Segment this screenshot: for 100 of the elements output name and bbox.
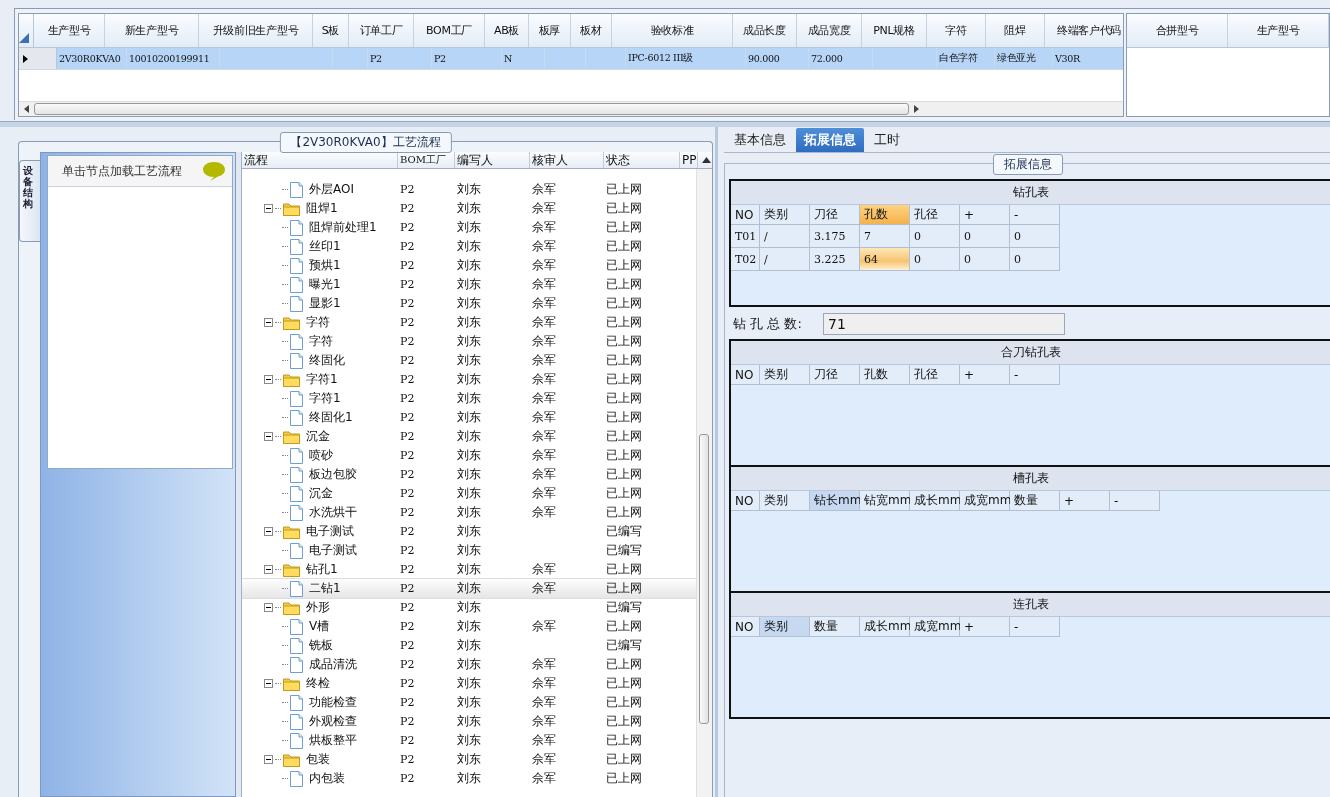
- column-header[interactable]: 钻宽mm: [860, 491, 910, 511]
- tree-row[interactable]: 字符 P2 刘东 佘军 已上网: [242, 313, 697, 332]
- column-header[interactable]: 字符: [927, 14, 986, 47]
- column-header[interactable]: -: [1010, 205, 1060, 225]
- column-header[interactable]: 新生产型号: [105, 14, 199, 47]
- tree-row[interactable]: 预烘1 P2 刘东 佘军 已上网: [242, 256, 697, 275]
- tree-row[interactable]: 水洗烘干 P2 刘东 佘军 已上网: [242, 503, 697, 522]
- column-header[interactable]: 生产型号: [1228, 14, 1329, 47]
- column-header[interactable]: NO: [731, 491, 760, 511]
- scroll-right-icon[interactable]: [914, 105, 919, 113]
- tree-row[interactable]: 铣板 P2 刘东 已编写: [242, 636, 697, 655]
- tree-row[interactable]: 外层AOI P2 刘东 佘军 已上网: [242, 180, 697, 199]
- collapse-icon[interactable]: [264, 318, 273, 327]
- tree-row[interactable]: 钻孔1 P2 刘东 佘军 已上网: [242, 560, 697, 579]
- tree-row[interactable]: 阻焊前处理1 P2 刘东 佘军 已上网: [242, 218, 697, 237]
- column-header[interactable]: -: [1010, 365, 1060, 385]
- column-header[interactable]: 板厚: [529, 14, 571, 47]
- column-header[interactable]: 订单工厂: [349, 14, 414, 47]
- column-header[interactable]: 成长mm: [910, 491, 960, 511]
- column-header[interactable]: 类别: [760, 205, 810, 225]
- tree-row[interactable]: 外形 P2 刘东 已编写: [242, 598, 697, 617]
- column-header[interactable]: BOM工厂: [414, 14, 485, 47]
- column-header[interactable]: 成品长度: [733, 14, 797, 47]
- column-header[interactable]: NO: [731, 617, 760, 637]
- column-header[interactable]: 编写人: [455, 152, 530, 168]
- column-header[interactable]: 孔数: [860, 365, 910, 385]
- column-header[interactable]: 孔径: [910, 205, 960, 225]
- tree-row[interactable]: 包装 P2 刘东 佘军 已上网: [242, 750, 697, 769]
- column-header[interactable]: PP: [680, 152, 698, 168]
- column-header[interactable]: 阻焊: [986, 14, 1045, 47]
- column-header[interactable]: 刀径: [810, 205, 860, 225]
- column-header[interactable]: +: [960, 617, 1010, 637]
- tree-row[interactable]: 曝光1 P2 刘东 佘军 已上网: [242, 275, 697, 294]
- column-header[interactable]: 成宽mm: [910, 617, 960, 637]
- collapse-icon[interactable]: [264, 755, 273, 764]
- column-header[interactable]: NO: [731, 205, 760, 225]
- tree-row[interactable]: 显影1 P2 刘东 佘军 已上网: [242, 294, 697, 313]
- collapse-icon[interactable]: [264, 375, 273, 384]
- column-header[interactable]: S板: [313, 14, 349, 47]
- column-header[interactable]: 孔数: [860, 205, 910, 225]
- column-header[interactable]: 类别: [760, 617, 810, 637]
- column-header[interactable]: +: [960, 205, 1010, 225]
- column-header[interactable]: 孔径: [910, 365, 960, 385]
- column-header[interactable]: 成长mm: [860, 617, 910, 637]
- tree-row[interactable]: 终检 P2 刘东 佘军 已上网: [242, 674, 697, 693]
- column-header[interactable]: 生产型号: [34, 14, 105, 47]
- column-header[interactable]: 验收标准: [612, 14, 733, 47]
- collapse-icon[interactable]: [264, 603, 273, 612]
- tree-row[interactable]: 二钻1 P2 刘东 佘军 已上网: [242, 579, 697, 598]
- collapse-icon[interactable]: [264, 204, 273, 213]
- tree-row[interactable]: 字符1 P2 刘东 佘军 已上网: [242, 389, 697, 408]
- collapse-icon[interactable]: [264, 679, 273, 688]
- tree-row[interactable]: 沉金 P2 刘东 佘军 已上网: [242, 427, 697, 446]
- column-header[interactable]: 成品宽度: [797, 14, 862, 47]
- column-header[interactable]: 流程: [242, 152, 398, 168]
- column-header[interactable]: 升级前旧生产型号: [199, 14, 313, 47]
- horizontal-scrollbar[interactable]: [19, 101, 1123, 116]
- tree-row[interactable]: 丝印1 P2 刘东 佘军 已上网: [242, 237, 697, 256]
- tree-row[interactable]: V槽 P2 刘东 佘军 已上网: [242, 617, 697, 636]
- tree-row[interactable]: 字符1 P2 刘东 佘军 已上网: [242, 370, 697, 389]
- column-header[interactable]: 状态: [604, 152, 680, 168]
- column-header[interactable]: AB板: [485, 14, 529, 47]
- total-field[interactable]: 71: [823, 313, 1065, 335]
- tab[interactable]: 拓展信息: [796, 128, 864, 152]
- collapse-icon[interactable]: [264, 527, 273, 536]
- column-header[interactable]: +: [1060, 491, 1110, 511]
- column-header[interactable]: -: [1010, 617, 1060, 637]
- collapse-icon[interactable]: [264, 432, 273, 441]
- column-header[interactable]: +: [960, 365, 1010, 385]
- tree-row[interactable]: 功能检查 P2 刘东 佘军 已上网: [242, 693, 697, 712]
- tree-row[interactable]: 烘板整平 P2 刘东 佘军 已上网: [242, 731, 697, 750]
- tree-row[interactable]: 电子测试 P2 刘东 已编写: [242, 522, 697, 541]
- column-header[interactable]: 数量: [810, 617, 860, 637]
- side-tab[interactable]: 设备结构: [19, 160, 40, 242]
- tab[interactable]: 基本信息: [726, 128, 794, 152]
- column-header[interactable]: 刀径: [810, 365, 860, 385]
- collapse-icon[interactable]: [264, 565, 273, 574]
- tree-row[interactable]: 终固化 P2 刘东 佘军 已上网: [242, 351, 697, 370]
- column-header[interactable]: 合拼型号: [1127, 14, 1228, 47]
- tree-row[interactable]: 终固化1 P2 刘东 佘军 已上网: [242, 408, 697, 427]
- column-header[interactable]: 钻长mm: [810, 491, 860, 511]
- column-header[interactable]: 类别: [760, 365, 810, 385]
- tree-row[interactable]: 电子测试 P2 刘东 已编写: [242, 541, 697, 560]
- column-header[interactable]: -: [1110, 491, 1160, 511]
- scroll-left-icon[interactable]: [24, 105, 29, 113]
- tree-row[interactable]: 外观检查 P2 刘东 佘军 已上网: [242, 712, 697, 731]
- scroll-up-icon[interactable]: [701, 157, 711, 163]
- tree-row[interactable]: 沉金 P2 刘东 佘军 已上网: [242, 484, 697, 503]
- vertical-scrollbar[interactable]: [696, 169, 712, 797]
- tab[interactable]: 工时: [866, 128, 908, 152]
- tree-row[interactable]: 阻焊1 P2 刘东 佘军 已上网: [242, 199, 697, 218]
- column-header[interactable]: 类别: [760, 491, 810, 511]
- tree-row[interactable]: 成品清洗 P2 刘东 佘军 已上网: [242, 655, 697, 674]
- column-header[interactable]: 成宽mm: [960, 491, 1010, 511]
- column-header[interactable]: 板材: [571, 14, 612, 47]
- tree-row[interactable]: 板边包胶 P2 刘东 佘军 已上网: [242, 465, 697, 484]
- tree-row[interactable]: 喷砂 P2 刘东 佘军 已上网: [242, 446, 697, 465]
- tree-row[interactable]: 内包装 P2 刘东 佘军 已上网: [242, 769, 697, 788]
- column-header[interactable]: 核审人: [530, 152, 604, 168]
- column-header[interactable]: 数量: [1010, 491, 1060, 511]
